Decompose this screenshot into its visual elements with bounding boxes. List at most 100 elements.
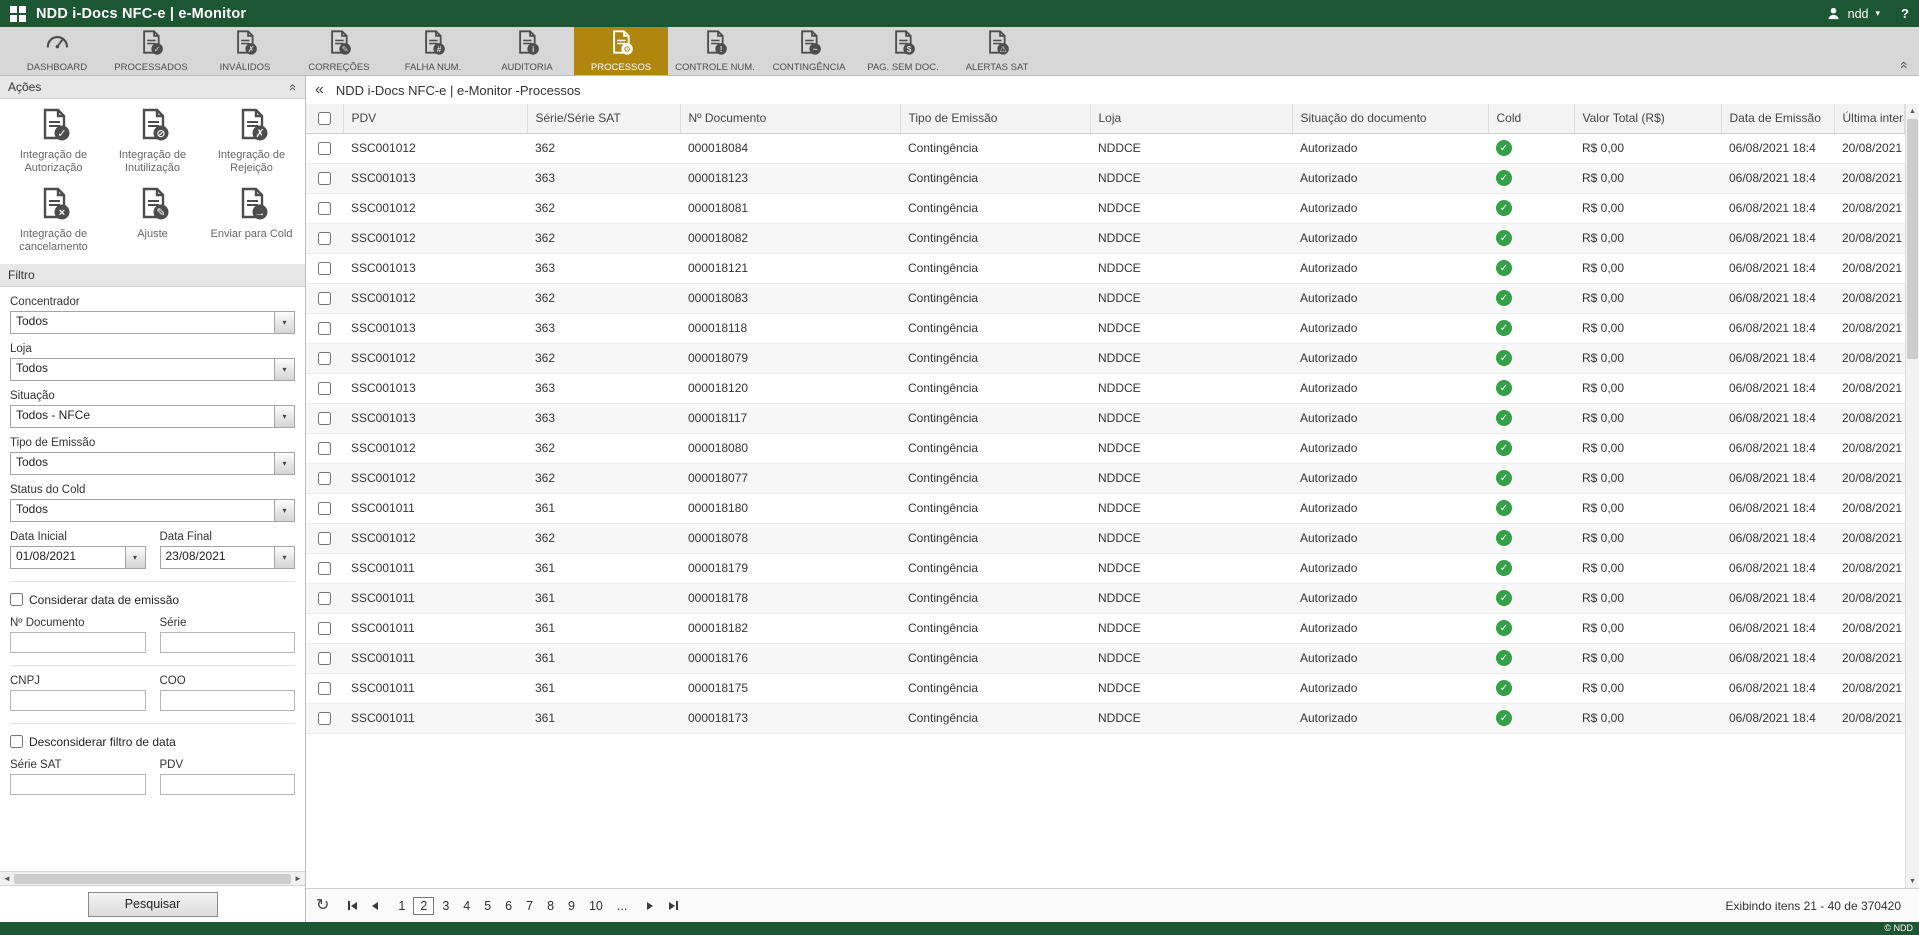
select-all-checkbox[interactable] (318, 112, 331, 125)
page-8[interactable]: 8 (541, 897, 560, 915)
desconsiderar-data-checkbox[interactable] (10, 735, 23, 748)
column-header-tipo-de-emissao[interactable]: Tipo de Emissão (900, 104, 1090, 133)
table-row[interactable]: SSC001011361000018180ContingênciaNDDCEAu… (306, 493, 1905, 523)
row-checkbox[interactable] (318, 682, 331, 695)
table-row[interactable]: SSC001011361000018178ContingênciaNDDCEAu… (306, 583, 1905, 613)
help-button[interactable]: ? (1901, 6, 1909, 21)
next-page-button[interactable] (640, 896, 660, 916)
pesquisar-button[interactable]: Pesquisar (88, 892, 218, 917)
previous-page-button[interactable] (365, 896, 385, 916)
row-checkbox[interactable] (318, 622, 331, 635)
table-row[interactable]: SSC001012362000018081ContingênciaNDDCEAu… (306, 193, 1905, 223)
chevron-down-icon[interactable]: ▾ (274, 453, 294, 474)
collapse-sidebar-icon[interactable]: « (315, 82, 324, 98)
data-final-picker[interactable]: 23/08/2021 ▾ (160, 546, 296, 569)
chevron-down-icon[interactable]: ▾ (1876, 9, 1881, 18)
action-integracao-de-cancelamento[interactable]: ×Integração de cancelamento (4, 186, 103, 253)
table-row[interactable]: SSC001011361000018176ContingênciaNDDCEAu… (306, 643, 1905, 673)
row-checkbox[interactable] (318, 562, 331, 575)
action-enviar-para-cold[interactable]: →Enviar para Cold (202, 186, 301, 241)
concentrador-select[interactable]: Todos ▾ (10, 311, 295, 334)
page-3[interactable]: 3 (436, 897, 455, 915)
scroll-down-icon[interactable]: ▼ (1906, 874, 1919, 888)
table-row[interactable]: SSC001012362000018080ContingênciaNDDCEAu… (306, 433, 1905, 463)
action-integracao-de-rejeicao[interactable]: ✗Integração de Rejeição (202, 107, 301, 174)
table-row[interactable]: SSC001013363000018120ContingênciaNDDCEAu… (306, 373, 1905, 403)
page-9[interactable]: 9 (562, 897, 581, 915)
toolbar-item-falha-num[interactable]: #FALHA NUM. (386, 27, 480, 75)
row-checkbox[interactable] (318, 442, 331, 455)
table-row[interactable]: SSC001011361000018173ContingênciaNDDCEAu… (306, 703, 1905, 733)
page-5[interactable]: 5 (478, 897, 497, 915)
chevron-down-icon[interactable]: ▾ (274, 547, 294, 568)
toolbar-item-processados[interactable]: ✓PROCESSADOS (104, 27, 198, 75)
toolbar-item-alertas-sat[interactable]: ⚠ALERTAS SAT (950, 27, 1044, 75)
tipo-emissao-select[interactable]: Todos ▾ (10, 452, 295, 475)
loja-select[interactable]: Todos ▾ (10, 358, 295, 381)
row-checkbox[interactable] (318, 382, 331, 395)
table-row[interactable]: SSC001013363000018118ContingênciaNDDCEAu… (306, 313, 1905, 343)
row-checkbox[interactable] (318, 532, 331, 545)
toolbar-item-pag-sem-doc[interactable]: $PAG. SEM DOC. (856, 27, 950, 75)
row-checkbox[interactable] (318, 322, 331, 335)
table-row[interactable]: SSC001012362000018077ContingênciaNDDCEAu… (306, 463, 1905, 493)
column-header-serie-serie-sat[interactable]: Série/Série SAT (527, 104, 680, 133)
row-checkbox[interactable] (318, 232, 331, 245)
column-header-situacao-do-documento[interactable]: Situação do documento (1292, 104, 1488, 133)
page-1[interactable]: 1 (392, 897, 411, 915)
action-integracao-de-inutilizacao[interactable]: ⊘Integração de Inutilização (103, 107, 202, 174)
toolbar-item-correcoes[interactable]: ✎CORREÇÕES (292, 27, 386, 75)
page-6[interactable]: 6 (499, 897, 518, 915)
table-row[interactable]: SSC001012362000018078ContingênciaNDDCEAu… (306, 523, 1905, 553)
row-checkbox[interactable] (318, 142, 331, 155)
coo-input[interactable] (160, 690, 296, 711)
row-checkbox[interactable] (318, 292, 331, 305)
table-row[interactable]: SSC001011361000018182ContingênciaNDDCEAu… (306, 613, 1905, 643)
scrollbar-thumb[interactable] (14, 874, 291, 884)
action-ajuste[interactable]: ✎Ajuste (103, 186, 202, 241)
table-row[interactable]: SSC001012362000018079ContingênciaNDDCEAu… (306, 343, 1905, 373)
chevron-down-icon[interactable]: ▾ (274, 359, 294, 380)
row-checkbox[interactable] (318, 262, 331, 275)
scroll-up-icon[interactable]: ▲ (1906, 104, 1919, 118)
row-checkbox[interactable] (318, 472, 331, 485)
action-integracao-de-autorizacao[interactable]: ✓Integração de Autorização (4, 107, 103, 174)
chevron-down-icon[interactable]: ▾ (125, 547, 145, 568)
cnpj-input[interactable] (10, 690, 146, 711)
toolbar-item-processos[interactable]: ⚙PROCESSOS (574, 27, 668, 75)
row-checkbox[interactable] (318, 712, 331, 725)
table-row[interactable]: SSC001013363000018123ContingênciaNDDCEAu… (306, 163, 1905, 193)
page-10[interactable]: 10 (583, 897, 609, 915)
table-row[interactable]: SSC001013363000018117ContingênciaNDDCEAu… (306, 403, 1905, 433)
column-header-pdv[interactable]: PDV (343, 104, 527, 133)
row-checkbox[interactable] (318, 172, 331, 185)
column-header-ultima-interacao[interactable]: Última interação (1834, 104, 1905, 133)
column-header-n-documento[interactable]: Nº Documento (680, 104, 900, 133)
toolbar-item-invalidos[interactable]: ✗INVÁLIDOS (198, 27, 292, 75)
table-row[interactable]: SSC001012362000018084ContingênciaNDDCEAu… (306, 133, 1905, 163)
serie-input[interactable] (160, 632, 296, 653)
chevron-down-icon[interactable]: ▾ (274, 312, 294, 333)
table-row[interactable]: SSC001012362000018082ContingênciaNDDCEAu… (306, 223, 1905, 253)
scrollbar-thumb[interactable] (1907, 119, 1918, 359)
situacao-select[interactable]: Todos - NFCe ▾ (10, 405, 295, 428)
scroll-left-icon[interactable]: ◄ (0, 875, 14, 883)
sidebar-horizontal-scrollbar[interactable]: ◄ ► (0, 871, 305, 885)
column-header-cold[interactable]: Cold (1488, 104, 1574, 133)
serie-sat-input[interactable] (10, 774, 146, 795)
page-4[interactable]: 4 (457, 897, 476, 915)
table-row[interactable]: SSC001013363000018121ContingênciaNDDCEAu… (306, 253, 1905, 283)
toolbar-item-contingencia[interactable]: ~CONTINGÊNCIA (762, 27, 856, 75)
chevron-down-icon[interactable]: ▾ (274, 406, 294, 427)
num-documento-input[interactable] (10, 632, 146, 653)
collapse-toolbar-icon[interactable]: « (1898, 61, 1912, 69)
column-header-data-de-emissao[interactable]: Data de Emissão (1721, 104, 1834, 133)
toolbar-item-auditoria[interactable]: iAUDITORIA (480, 27, 574, 75)
collapse-actions-icon[interactable]: « (287, 83, 300, 90)
table-row[interactable]: SSC001012362000018083ContingênciaNDDCEAu… (306, 283, 1905, 313)
table-row[interactable]: SSC001011361000018175ContingênciaNDDCEAu… (306, 673, 1905, 703)
table-row[interactable]: SSC001011361000018179ContingênciaNDDCEAu… (306, 553, 1905, 583)
data-inicial-picker[interactable]: 01/08/2021 ▾ (10, 546, 146, 569)
table-vertical-scrollbar[interactable]: ▲ ▼ (1905, 104, 1919, 888)
column-header-valor-total-r[interactable]: Valor Total (R$) (1574, 104, 1721, 133)
